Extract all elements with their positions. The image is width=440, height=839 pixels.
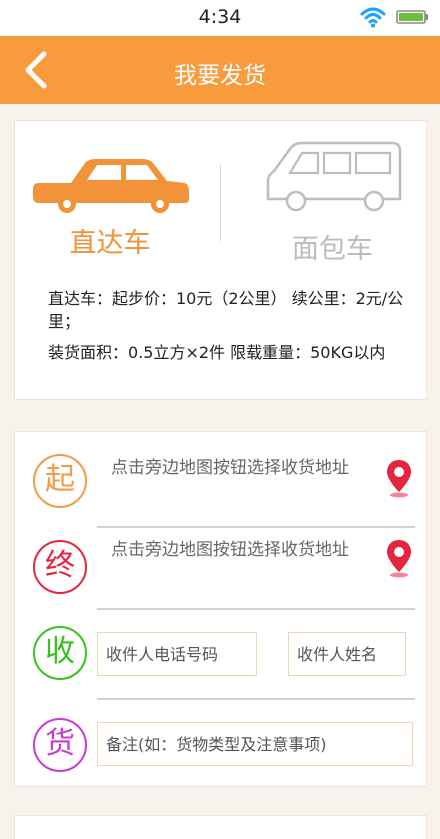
pricing-info: 直达车：起步价：10元（2公里） 续公里：2元/公里； [48, 289, 404, 331]
van-icon [266, 141, 402, 212]
battery-icon [396, 10, 428, 24]
vehicle-type-card: 直达车 面包车 直达车：起步价：10元（2公里） 续公里：2元/公里； 装货面积… [14, 120, 427, 400]
map-pin-icon[interactable] [385, 458, 413, 498]
next-section-card [14, 815, 427, 839]
vehicle-label-direct-car: 直达车 [69, 228, 151, 259]
receiver-phone-input[interactable] [97, 632, 257, 676]
separator [97, 698, 415, 700]
capacity-info: 装货面积：0.5立方×2件 限载重量：50KG以内 [48, 343, 386, 362]
vehicle-option-direct-car[interactable]: 直达车 [25, 143, 195, 263]
nav-bar: 我要发货 [0, 36, 440, 104]
separator [97, 526, 415, 528]
end-address-field[interactable]: 点击旁边地图按钮选择收货地址 [111, 538, 375, 562]
status-bar: 4:34 [0, 0, 440, 36]
start-address-field[interactable]: 点击旁边地图按钮选择收货地址 [111, 456, 375, 480]
wifi-icon [360, 7, 386, 28]
vehicle-divider [220, 165, 221, 241]
remark-input[interactable] [97, 722, 413, 766]
shipping-form-card: 起 点击旁边地图按钮选择收货地址 终 点击旁边地图按钮选择收货地址 收 货 [14, 431, 427, 787]
separator [97, 608, 415, 610]
vehicle-option-van[interactable]: 面包车 [260, 137, 405, 267]
goods-badge: 货 [33, 718, 87, 772]
receiver-badge: 收 [33, 626, 87, 680]
vehicle-label-van: 面包车 [292, 234, 373, 265]
car-icon [33, 159, 189, 213]
page-title: 我要发货 [174, 63, 266, 89]
map-pin-icon[interactable] [385, 538, 413, 578]
start-badge: 起 [33, 454, 87, 508]
receiver-name-input[interactable] [288, 632, 406, 676]
end-badge: 终 [33, 540, 87, 594]
